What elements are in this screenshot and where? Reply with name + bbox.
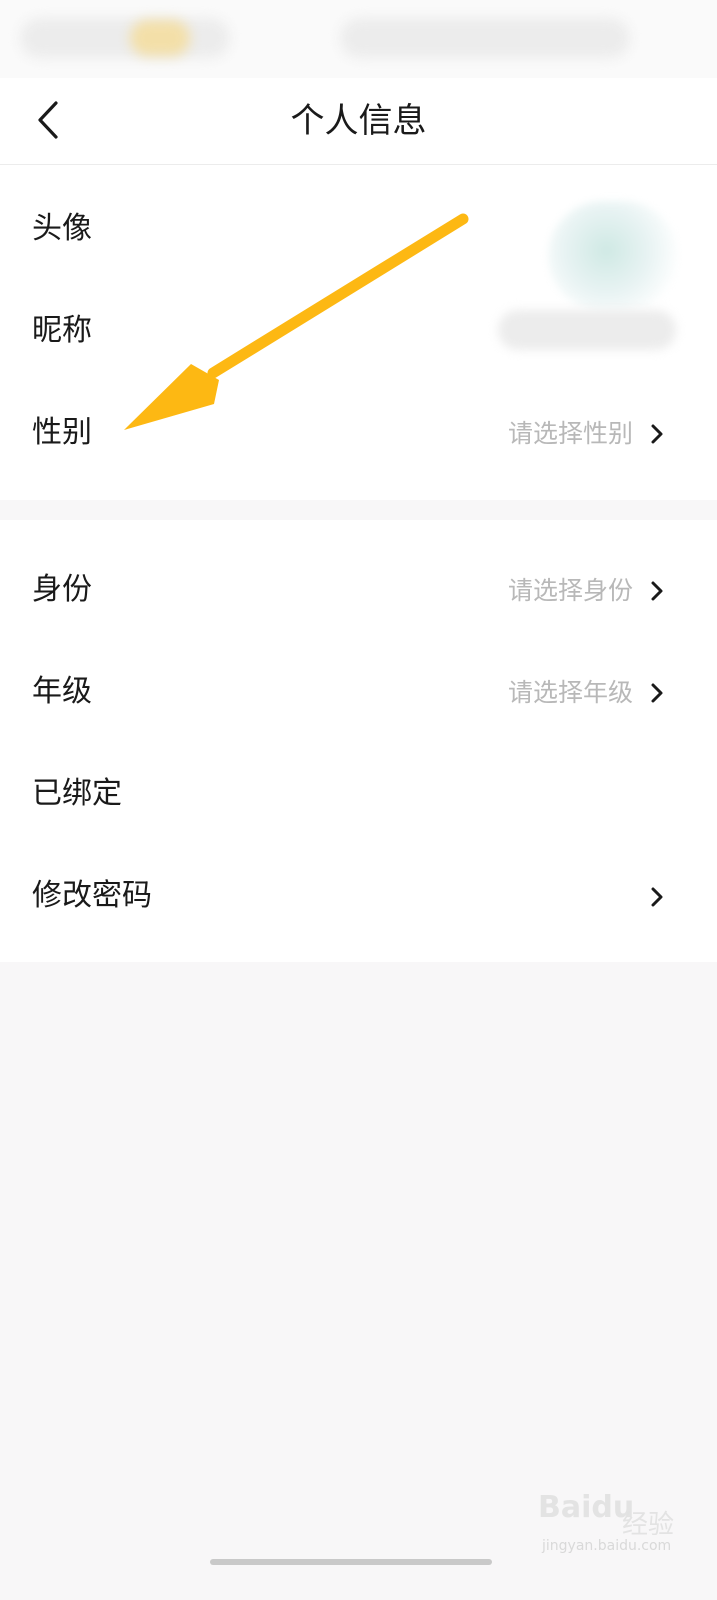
row-avatar[interactable]: 头像 (0, 179, 717, 311)
row-value-gender: 请选择性别 (507, 419, 633, 448)
watermark-jingyan: 经验 (622, 1510, 675, 1540)
status-bar (0, 0, 717, 78)
row-label-gender: 性别 (32, 415, 92, 450)
chevron-right-icon (651, 424, 663, 444)
status-right-blur (340, 18, 630, 58)
row-label-nickname: 昵称 (32, 313, 92, 348)
watermark: Baidu 经验 jingyan.baidu.com (538, 1490, 708, 1570)
row-value-identity: 请选择身份 (507, 576, 633, 605)
account-section: 身份 请选择身份 年级 请选择年级 已绑定 修改密码 (0, 520, 717, 962)
chevron-right-icon (651, 887, 663, 907)
chevron-right-icon (651, 683, 663, 703)
row-label-identity: 身份 (32, 572, 92, 607)
profile-section: 头像 昵称 性别 请选择性别 (0, 165, 717, 500)
status-left-accent-blur (130, 20, 190, 56)
row-value-grade: 请选择年级 (507, 678, 633, 707)
home-indicator (210, 1559, 492, 1565)
row-grade[interactable]: 年级 请选择年级 (0, 642, 717, 744)
row-bound[interactable]: 已绑定 (0, 744, 717, 846)
row-label-bound: 已绑定 (32, 776, 122, 811)
row-identity[interactable]: 身份 请选择身份 (0, 540, 717, 642)
row-label-grade: 年级 (32, 674, 92, 709)
page-title: 个人信息 (290, 101, 427, 141)
row-label-change-password: 修改密码 (32, 878, 152, 913)
row-label-avatar: 头像 (32, 211, 92, 246)
status-left-blur (20, 18, 230, 58)
row-gender[interactable]: 性别 请选择性别 (0, 383, 717, 485)
chevron-right-icon (651, 581, 663, 601)
nickname-value-blurred (498, 310, 676, 350)
watermark-brand: Baidu (538, 1490, 635, 1525)
nav-header: 个人信息 (0, 78, 717, 165)
watermark-url: jingyan.baidu.com (542, 1538, 672, 1554)
row-change-password[interactable]: 修改密码 (0, 846, 717, 948)
